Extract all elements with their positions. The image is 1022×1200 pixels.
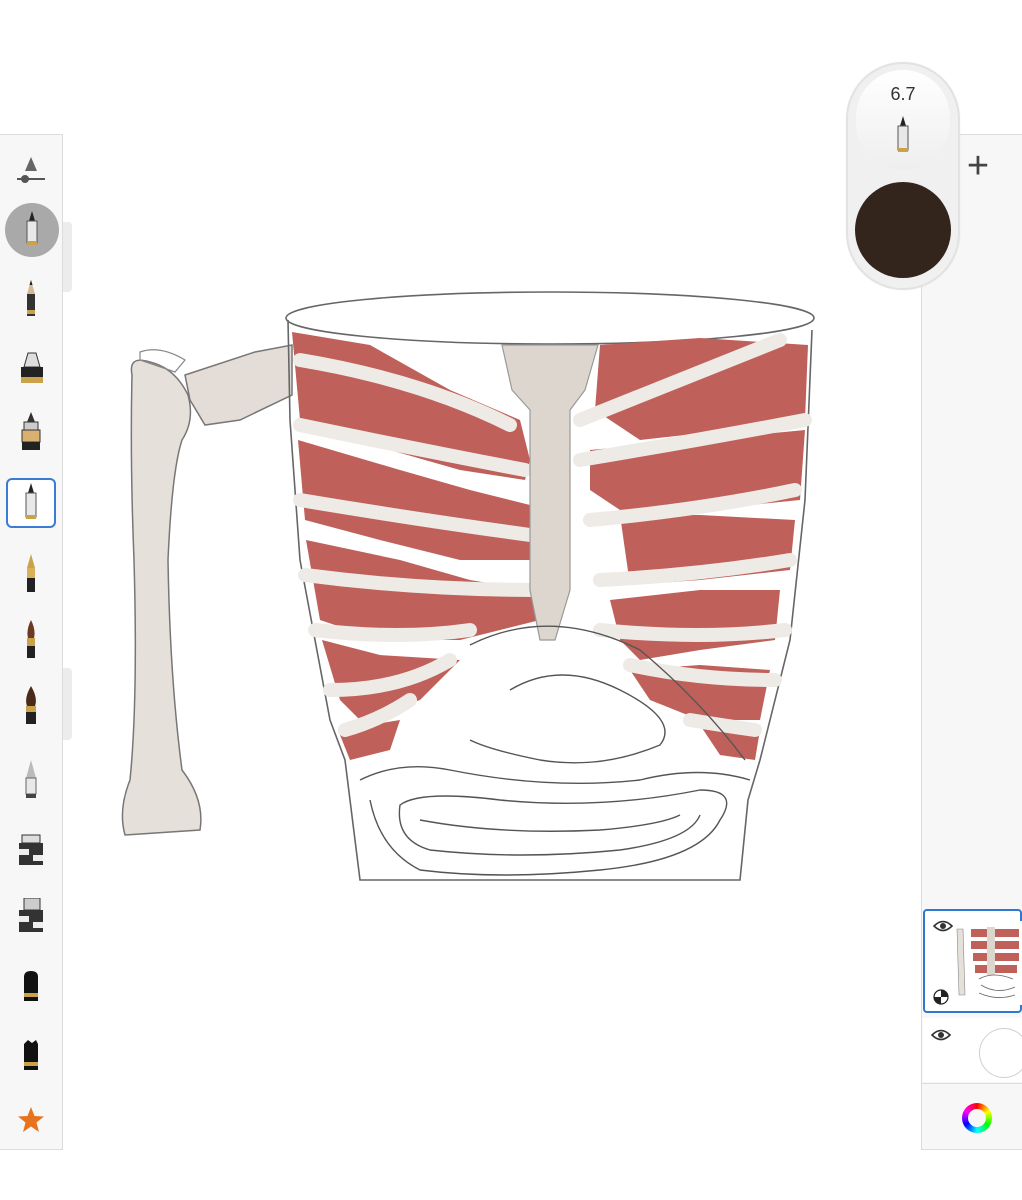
fineliner-icon <box>21 412 41 450</box>
humerus-bone <box>121 349 202 836</box>
layer-background[interactable] <box>923 1018 1022 1082</box>
airbrush-tool[interactable] <box>6 755 56 805</box>
add-layer-button[interactable]: + <box>958 146 998 186</box>
ballpoint-pen-icon <box>25 483 37 519</box>
hard-eraser-icon <box>24 971 38 1001</box>
layer-drawing[interactable] <box>923 909 1022 1013</box>
soft-eraser-icon <box>24 1040 38 1070</box>
ink-brush-icon <box>26 686 36 724</box>
blend-mode-icon[interactable] <box>933 989 949 1005</box>
brush-settings-icon <box>17 157 45 183</box>
panel-divider <box>921 1083 1022 1084</box>
fineliner-tool[interactable] <box>6 407 56 457</box>
brush-puck[interactable]: 6.7 <box>846 62 960 290</box>
background-color-swatch[interactable] <box>979 1028 1022 1078</box>
tool-palette-upper-handle[interactable] <box>63 222 72 292</box>
hard-eraser-tool[interactable] <box>6 961 56 1011</box>
favorites-button[interactable] <box>6 1095 56 1145</box>
eye-icon[interactable] <box>931 1028 951 1042</box>
brush-color-swatch[interactable] <box>855 182 951 278</box>
wide-marker-icon <box>19 898 43 932</box>
ballpoint-pen-tool[interactable] <box>6 478 56 528</box>
tool-palette-lower-handle[interactable] <box>63 668 72 740</box>
color-wheel-center <box>968 1109 986 1127</box>
brush-size-value: 6.7 <box>890 84 916 104</box>
tool-palette <box>0 134 63 1150</box>
current-brush-button[interactable] <box>5 203 59 257</box>
wide-marker-tool[interactable] <box>6 891 56 941</box>
chisel-marker-icon <box>19 834 43 865</box>
soft-eraser-tool[interactable] <box>6 1030 56 1080</box>
paint-brush-tool[interactable] <box>6 615 56 665</box>
ballpoint-pen-icon <box>897 116 909 152</box>
ink-brush-tool[interactable] <box>6 681 56 731</box>
airbrush-icon <box>25 760 37 798</box>
chisel-marker-tool[interactable] <box>6 825 56 875</box>
fountain-pen-icon <box>27 554 35 592</box>
layer-thumbnail <box>953 921 1022 1005</box>
marker-icon <box>21 352 43 383</box>
fountain-pen-tool[interactable] <box>6 549 56 599</box>
eye-icon[interactable] <box>933 919 953 933</box>
scapula-bone <box>184 344 293 426</box>
pencil-icon <box>27 280 35 316</box>
star-icon <box>18 1107 44 1132</box>
drawing-canvas[interactable] <box>64 0 920 1200</box>
brush-size-control[interactable]: 6.7 <box>856 70 950 170</box>
color-wheel-icon[interactable] <box>962 1103 992 1133</box>
ballpoint-pen-icon <box>26 211 38 245</box>
marker-tool[interactable] <box>6 343 56 393</box>
pencil-tool[interactable] <box>6 275 56 325</box>
brush-settings-button[interactable] <box>6 145 56 195</box>
paint-brush-icon <box>27 620 35 658</box>
